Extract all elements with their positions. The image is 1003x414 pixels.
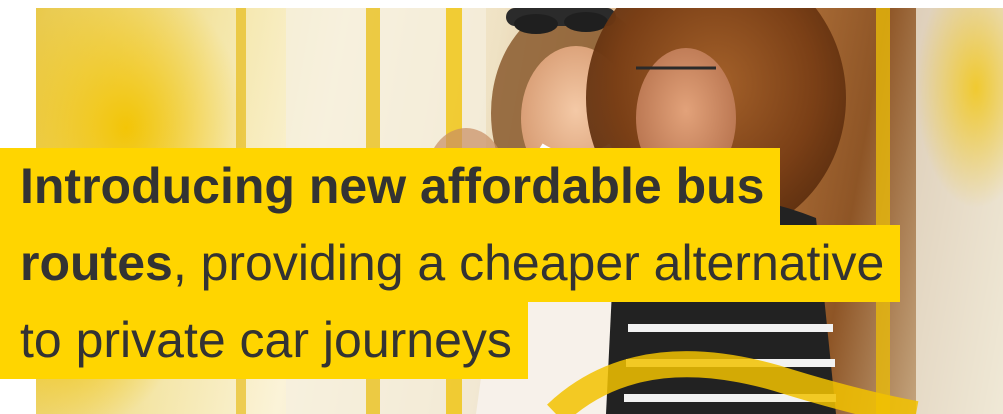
headline-line-2-bold-text: routes bbox=[20, 235, 173, 291]
hero-banner: Introducing new affordable bus routes, p… bbox=[0, 0, 1003, 414]
headline-line-1-text: Introducing new affordable bus bbox=[0, 148, 781, 225]
headline-line-2-text: , providing a cheaper alternative bbox=[172, 235, 885, 291]
headline-line-3-text: to private car journeys bbox=[0, 302, 528, 379]
hero-headline: Introducing new affordable bus routes, p… bbox=[0, 148, 901, 379]
headline-line-2-highlight: routes, providing a cheaper alternative bbox=[0, 225, 901, 302]
headline-line-1: Introducing new affordable bus bbox=[0, 148, 900, 225]
headline-line-3: to private car journeys bbox=[0, 302, 900, 379]
headline-line-2: routes, providing a cheaper alternative bbox=[0, 225, 901, 302]
